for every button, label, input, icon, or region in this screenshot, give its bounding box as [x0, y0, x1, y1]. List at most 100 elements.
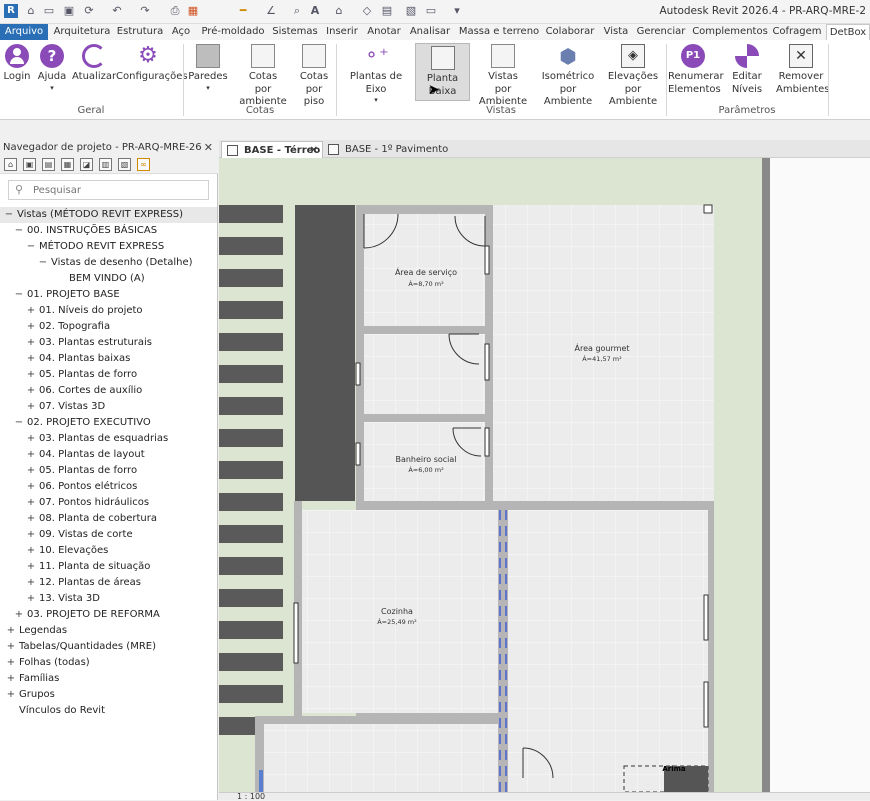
room-bottom-left[interactable] [264, 724, 498, 792]
tree-item[interactable]: +05. Plantas de forro [26, 463, 137, 479]
tree-item[interactable]: +06. Pontos elétricos [26, 479, 138, 495]
tree-item[interactable]: +03. PROJETO DE REFORMA [14, 607, 160, 623]
drawing-area[interactable]: Área de serviço Á=8,70 m² Área gourmet Á… [219, 158, 870, 792]
tab-arquivo[interactable]: Arquivo [0, 24, 48, 40]
search-input[interactable] [33, 183, 203, 197]
tree-item[interactable]: +13. Vista 3D [26, 591, 100, 607]
tab-gerenciar[interactable]: Gerenciar [636, 24, 686, 40]
compare-icon[interactable]: ▦ [186, 4, 200, 18]
expand-icon[interactable]: + [6, 671, 16, 687]
cotas-por-ambiente-button[interactable]: Cotas por ambiente [232, 44, 294, 109]
tree-item[interactable]: +03. Plantas de esquadrias [26, 431, 168, 447]
tree-item[interactable]: BEM VINDO (A) [56, 271, 145, 287]
expand-icon[interactable]: + [26, 479, 36, 495]
text-icon[interactable]: A [308, 4, 322, 18]
tab-colaborar[interactable]: Colaborar [542, 24, 598, 40]
tree-item[interactable]: +01. Níveis do projeto [26, 303, 143, 319]
room-corridor[interactable] [364, 334, 485, 414]
tag-icon[interactable]: ⌕ [290, 4, 304, 18]
tree-item[interactable]: +07. Pontos hidráulicos [26, 495, 149, 511]
qat-dropdown-icon[interactable]: ▾ [450, 4, 464, 18]
tree-item[interactable]: − Vistas de desenho (Detalhe) [38, 255, 193, 271]
expand-icon[interactable]: + [26, 495, 36, 511]
remover-ambientes-button[interactable]: ✕ Remover Ambientes [776, 44, 829, 96]
print-icon[interactable]: ⎙ [168, 4, 182, 18]
dimension-icon[interactable]: ∠ [264, 4, 278, 18]
close-icon[interactable]: ✕ [310, 142, 318, 159]
expand-icon[interactable]: + [26, 431, 36, 447]
doc-tab-base-terreo[interactable]: BASE - Térreo ✕ [221, 141, 323, 158]
tree-item[interactable]: +11. Planta de situação [26, 559, 151, 575]
expand-icon[interactable]: + [14, 607, 24, 623]
link-icon[interactable]: ∞ [137, 158, 150, 171]
room-area-gourmet[interactable] [493, 205, 714, 501]
tab-arquitetura[interactable]: Arquitetura [50, 24, 114, 40]
tab-pre-moldado[interactable]: Pré-moldado [198, 24, 268, 40]
measure-icon[interactable]: ━ [236, 4, 250, 18]
expand-icon[interactable]: + [26, 543, 36, 559]
tab-massa-terreno[interactable]: Massa e terreno [458, 24, 540, 40]
ajuda-button[interactable]: ? Ajuda ▾ [36, 44, 68, 92]
window-tile-icon[interactable]: ▭ [424, 4, 438, 18]
home-icon[interactable]: ⌂ [4, 158, 17, 171]
expand-icon[interactable]: + [26, 591, 36, 607]
tree-item[interactable]: +07. Vistas 3D [26, 399, 105, 415]
tree-item[interactable]: +09. Vistas de corte [26, 527, 133, 543]
tree-item[interactable]: + Tabelas/Quantidades (MRE) [6, 639, 156, 655]
tab-analisar[interactable]: Analisar [406, 24, 454, 40]
open-icon[interactable]: ▭ [42, 4, 56, 18]
expand-icon[interactable]: + [26, 527, 36, 543]
expand-icon[interactable]: + [6, 655, 16, 671]
tab-vista[interactable]: Vista [600, 24, 632, 40]
tree-item[interactable]: + Legendas [6, 623, 67, 639]
planta-baixa-button[interactable]: Planta Baixa [415, 43, 470, 101]
tree-item[interactable]: +10. Elevações [26, 543, 109, 559]
doc-tab-base-1-pavimento[interactable]: BASE - 1º Pavimento [323, 141, 453, 158]
expand-icon[interactable]: + [26, 575, 36, 591]
sheets-icon[interactable]: ▤ [42, 158, 55, 171]
tree-item[interactable]: +03. Plantas estruturais [26, 335, 152, 351]
tree-item[interactable]: + Famílias [6, 671, 60, 687]
expand-icon[interactable]: + [6, 687, 16, 703]
expand-icon[interactable]: + [26, 447, 36, 463]
atualizar-button[interactable]: Atualizar [72, 44, 116, 84]
tree-item[interactable]: +06. Cortes de auxílio [26, 383, 142, 399]
undo-icon[interactable]: ↶ [110, 4, 124, 18]
tab-detbox[interactable]: DetBox [826, 24, 870, 40]
collapse-icon[interactable]: − [26, 239, 36, 255]
revit-logo-icon[interactable]: R [4, 4, 18, 18]
renumerar-button[interactable]: P1 Renumerar Elementos [668, 44, 724, 96]
expand-icon[interactable]: + [26, 399, 36, 415]
section-icon[interactable]: ◇ [360, 4, 374, 18]
tree-item[interactable]: −00. INSTRUÇÕES BÁSICAS [14, 223, 157, 239]
collapse-icon[interactable]: − [38, 255, 48, 271]
collapse-icon[interactable]: − [14, 287, 24, 303]
tab-cofragem[interactable]: Cofragem [772, 24, 822, 40]
expand-icon[interactable]: + [26, 463, 36, 479]
collapse-icon[interactable]: − [14, 415, 24, 431]
expand-icon[interactable]: + [26, 351, 36, 367]
tree-item[interactable]: + Folhas (todas) [6, 655, 90, 671]
tab-anotar[interactable]: Anotar [364, 24, 404, 40]
configuracoes-button[interactable]: ⚙ Configurações [116, 44, 188, 84]
save-icon[interactable]: ▣ [62, 4, 76, 18]
close-icon[interactable]: ✕ [204, 141, 213, 154]
families-icon[interactable]: ◪ [80, 158, 93, 171]
tab-estrutura[interactable]: Estrutura [116, 24, 164, 40]
tree-item[interactable]: − Vistas (MÉTODO REVIT EXPRESS) [0, 207, 217, 223]
home-icon[interactable]: ⌂ [24, 4, 38, 18]
sync-icon[interactable]: ⟳ [82, 4, 96, 18]
editar-niveis-button[interactable]: Editar Níveis [718, 44, 776, 96]
tab-aco[interactable]: Aço [166, 24, 196, 40]
tree-item[interactable]: +02. Topografia [26, 319, 110, 335]
switch-windows-icon[interactable]: ▧ [404, 4, 418, 18]
tree-item[interactable]: Vínculos do Revit [6, 703, 105, 719]
collapse-icon[interactable]: − [14, 223, 24, 239]
elevacoes-button[interactable]: ◈ Elevações por Ambiente [602, 44, 664, 109]
redo-icon[interactable]: ↷ [138, 4, 152, 18]
links-icon[interactable]: ▧ [118, 158, 131, 171]
tree-item[interactable]: + Grupos [6, 687, 55, 703]
expand-icon[interactable]: + [26, 367, 36, 383]
expand-icon[interactable]: + [26, 303, 36, 319]
expand-icon[interactable]: + [26, 511, 36, 527]
